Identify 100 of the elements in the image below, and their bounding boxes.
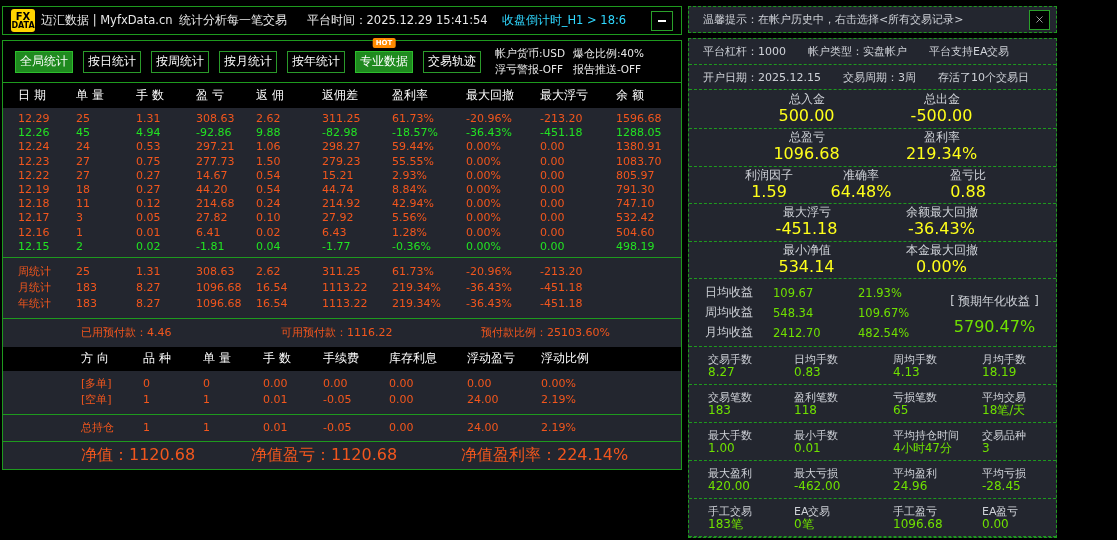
- stat-label: 准确率: [843, 168, 879, 182]
- stat-value: 65: [893, 403, 909, 417]
- summary-cell-text: 183: [76, 279, 98, 296]
- table-cell-text: 45: [76, 126, 91, 141]
- account-info: 开户日期：2025.12.15: [703, 69, 821, 85]
- stat-label: 月均手数: [982, 352, 1027, 366]
- income-amount: 2412.70: [773, 325, 822, 340]
- stat-label: 总入金: [788, 93, 825, 106]
- account-setting-text: 浮亏警报-OFF: [495, 62, 565, 77]
- stat-value: 0.00%: [916, 256, 967, 276]
- table-cell-text: 27.82: [196, 211, 229, 226]
- tab[interactable]: 按周统计: [151, 50, 209, 73]
- table-cell-text: 12.26: [18, 126, 51, 141]
- stat-value: 534.14: [778, 256, 835, 276]
- stat-label: 平均交易: [982, 390, 1027, 404]
- summary-cell-text: 219.34%: [392, 279, 442, 296]
- table-cell-text: 1: [76, 225, 84, 240]
- table-cell-text: -36.43%: [466, 126, 513, 141]
- table-cell-text: 6.43: [322, 225, 348, 240]
- column-header: 库存利息: [389, 351, 438, 367]
- stat-value: 183笔: [708, 517, 743, 531]
- table-cell-text: 2.19%: [541, 391, 577, 408]
- stat-value: -462.00: [794, 479, 842, 493]
- table-cell-text: 0.27: [136, 182, 162, 198]
- summary-cell-text: 308.63: [196, 263, 236, 280]
- stat-label: 周均手数: [893, 352, 938, 366]
- table-cell-text: 11: [76, 197, 91, 212]
- table-cell-text: 2.62: [256, 112, 282, 127]
- slogan: 统计分析每一笔交易: [178, 13, 287, 28]
- table-cell-text: 0.54: [256, 168, 282, 183]
- table-cell-text: 1: [203, 391, 211, 408]
- table-cell-text: [空单]: [81, 391, 113, 408]
- table-cell-text: 0.53: [136, 140, 162, 155]
- stat-label: 手工盈亏: [893, 504, 938, 518]
- stat-label: 盈利笔数: [794, 390, 839, 404]
- summary-cell-text: 1096.68: [196, 295, 243, 312]
- column-header: 余 额: [616, 88, 645, 103]
- total-cell-text: 0.00: [389, 421, 415, 435]
- annual-value: 5790.47%: [953, 316, 1036, 336]
- tab[interactable]: 按月统计: [219, 50, 277, 73]
- total-cell-text: 24.00: [467, 421, 500, 435]
- income-label: 日均收益: [704, 285, 754, 300]
- close-button[interactable]: [1029, 9, 1050, 30]
- stat-value: 1096.68: [773, 144, 840, 164]
- table-cell-text: 0.01: [136, 225, 162, 240]
- table-cell-text: 0.00%: [466, 182, 502, 198]
- summary-cell-text: 183: [76, 295, 98, 312]
- tab[interactable]: 全局统计: [15, 50, 73, 73]
- summary-cell-text: 311.25: [322, 263, 362, 280]
- account-setting-text: 帐户货币:USD: [495, 46, 565, 61]
- total-cell-text: -0.05: [323, 421, 353, 435]
- income-label: 月均收益: [704, 325, 754, 340]
- column-header: 手 数: [263, 351, 292, 367]
- table-cell-text: 1.28%: [392, 225, 428, 240]
- stat-value: 0.00: [982, 517, 1009, 531]
- account-info: 帐户类型：实盘帐户: [808, 44, 907, 59]
- table-cell-text: 1288.05: [616, 126, 663, 141]
- summary-cell-text: -451.18: [540, 279, 584, 296]
- column-header: 最大浮亏: [540, 88, 589, 103]
- table-cell-text: 311.25: [322, 112, 362, 127]
- table-cell-text: 0.10: [256, 211, 282, 226]
- tab[interactable]: 按日统计: [83, 50, 141, 73]
- table-cell-text: 0.00%: [466, 197, 502, 212]
- table-cell-text: 0.00: [540, 168, 566, 183]
- tab[interactable]: 交易轨迹: [423, 50, 481, 73]
- stat-label: EA盈亏: [982, 504, 1020, 518]
- account-setting-text: 爆仓比例:40%: [573, 46, 644, 61]
- table-cell-text: 5.56%: [392, 211, 428, 226]
- table-cell-text: 0.00%: [541, 375, 577, 392]
- stat-value: 0.83: [794, 365, 821, 379]
- table-cell-text: 0.00: [389, 375, 415, 392]
- account-setting-text: 报告推送-OFF: [573, 62, 643, 77]
- table-cell-text: 6.41: [196, 225, 222, 240]
- table-cell-text: 0.02: [136, 239, 162, 254]
- close-countdown: 收盘倒计时_H1 > 18:6: [501, 13, 627, 28]
- table-cell-text: 12.18: [18, 197, 51, 212]
- table-cell-text: 279.23: [322, 154, 362, 169]
- net-value: 净值：1120.68: [81, 444, 197, 466]
- tab[interactable]: 按年统计: [287, 50, 345, 73]
- stat-label: 亏损笔数: [893, 390, 938, 404]
- summary-cell-text: 年统计: [18, 295, 52, 312]
- stat-label: 最大亏损: [794, 466, 839, 480]
- minimize-button[interactable]: [651, 10, 673, 31]
- table-cell-text: 0.00: [323, 375, 349, 392]
- prepay-text: 可用预付款：1116.22: [281, 325, 394, 341]
- table-cell-text: 12.15: [18, 239, 51, 254]
- table-cell-text: 1083.70: [616, 154, 663, 169]
- table-cell-text: 1.31: [136, 112, 162, 127]
- logo: FX DATA: [11, 9, 35, 32]
- tab[interactable]: 专业数据: [355, 50, 413, 73]
- table-cell-text: -451.18: [540, 126, 584, 141]
- stat-value: 24.96: [893, 479, 928, 493]
- table-cell-text: 61.73%: [392, 112, 435, 127]
- table-cell-text: 791.30: [616, 182, 656, 198]
- table-cell-text: -0.05: [323, 391, 353, 408]
- stat-value: 219.34%: [905, 144, 978, 164]
- table-cell-text: 0.54: [256, 182, 282, 198]
- column-header: 返 佣: [256, 88, 285, 103]
- column-header: 日 期: [18, 88, 47, 103]
- account-info: 平台杠杆：1000: [703, 44, 786, 59]
